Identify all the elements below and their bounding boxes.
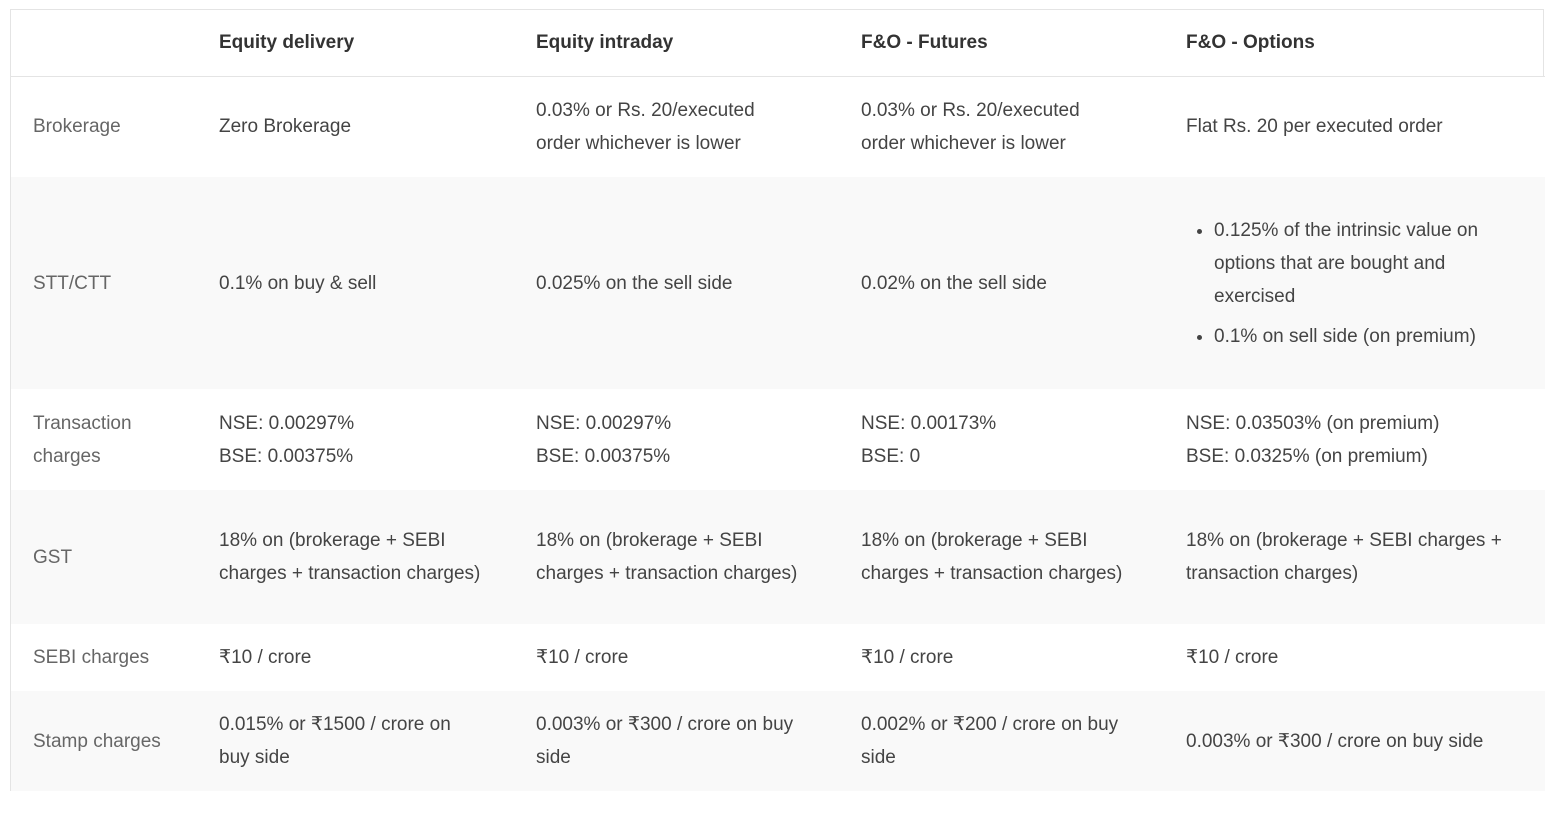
bse-rate: BSE: 0.00375% xyxy=(219,445,354,467)
cell-brokerage-options: Flat Rs. 20 per executed order xyxy=(1186,116,1443,138)
cell-sebi-options: ₹10 / crore xyxy=(1186,647,1279,668)
nse-rate: NSE: 0.00297% xyxy=(219,412,355,434)
row-label-stt: STT/CTT xyxy=(33,272,112,294)
cell-stt-options: 0.125% of the intrinsic value on options… xyxy=(1164,177,1545,389)
cell-stamp-futures: 0.002% or ₹200 / crore on buy side xyxy=(861,714,1119,768)
row-label-sebi-charges: SEBI charges xyxy=(33,647,150,668)
cell-gst-intraday: 18% on (brokerage + SEBI charges + trans… xyxy=(536,530,798,584)
bse-rate: BSE: 0 xyxy=(861,445,921,467)
list-item: 0.1% on sell side (on premium) xyxy=(1214,320,1515,353)
cell-transaction-options: NSE: 0.03503% (on premium) BSE: 0.0325% … xyxy=(1164,389,1545,490)
cell-gst-futures: 18% on (brokerage + SEBI charges + trans… xyxy=(861,530,1123,584)
cell-brokerage-futures: 0.03% or Rs. 20/executed order whichever… xyxy=(861,99,1080,154)
bse-rate: BSE: 0.0325% (on premium) xyxy=(1186,445,1428,467)
table-row-stamp-charges: Stamp charges 0.015% or ₹1500 / crore on… xyxy=(11,691,1545,791)
table-row-transaction-charges: Transaction charges NSE: 0.00297% BSE: 0… xyxy=(11,389,1545,490)
nse-rate: NSE: 0.03503% (on premium) xyxy=(1186,412,1440,434)
cell-transaction-futures: NSE: 0.00173% BSE: 0 xyxy=(839,389,1164,490)
cell-stamp-intraday: 0.003% or ₹300 / crore on buy side xyxy=(536,714,794,768)
bse-rate: BSE: 0.00375% xyxy=(536,445,671,467)
table-row-sebi-charges: SEBI charges ₹10 / crore ₹10 / crore ₹10… xyxy=(11,624,1545,691)
row-label-transaction-charges: Transaction charges xyxy=(33,412,132,467)
table-row-gst: GST 18% on (brokerage + SEBI charges + t… xyxy=(11,490,1545,624)
table-header-row: Equity delivery Equity intraday F&O - Fu… xyxy=(11,10,1545,76)
cell-stt-delivery: 0.1% on buy & sell xyxy=(219,272,377,294)
stt-options-list: 0.125% of the intrinsic value on options… xyxy=(1186,214,1515,353)
cell-sebi-delivery: ₹10 / crore xyxy=(219,647,312,668)
cell-sebi-intraday: ₹10 / crore xyxy=(536,647,629,668)
table-row-stt: STT/CTT 0.1% on buy & sell 0.025% on the… xyxy=(11,177,1545,389)
cell-stt-intraday: 0.025% on the sell side xyxy=(536,272,733,294)
cell-transaction-intraday: NSE: 0.00297% BSE: 0.00375% xyxy=(514,389,839,490)
charges-table-container: Equity delivery Equity intraday F&O - Fu… xyxy=(10,9,1545,791)
charges-table: Equity delivery Equity intraday F&O - Fu… xyxy=(11,10,1545,791)
row-label-brokerage: Brokerage xyxy=(33,116,121,138)
cell-gst-options: 18% on (brokerage + SEBI charges + trans… xyxy=(1186,530,1502,584)
cell-sebi-futures: ₹10 / crore xyxy=(861,647,954,668)
cell-gst-delivery: 18% on (brokerage + SEBI charges + trans… xyxy=(219,530,481,584)
header-fo-options: F&O - Options xyxy=(1186,31,1315,53)
cell-stamp-delivery: 0.015% or ₹1500 / crore on buy side xyxy=(219,714,451,768)
header-equity-intraday: Equity intraday xyxy=(536,31,674,53)
row-label-stamp-charges: Stamp charges xyxy=(33,730,161,752)
header-fo-futures: F&O - Futures xyxy=(861,31,988,53)
cell-brokerage-delivery: Zero Brokerage xyxy=(219,116,352,138)
nse-rate: NSE: 0.00173% xyxy=(861,412,997,434)
nse-rate: NSE: 0.00297% xyxy=(536,412,672,434)
cell-stamp-options: 0.003% or ₹300 / crore on buy side xyxy=(1186,730,1484,752)
cell-stt-futures: 0.02% on the sell side xyxy=(861,272,1047,294)
list-item: 0.125% of the intrinsic value on options… xyxy=(1214,214,1515,313)
cell-transaction-delivery: NSE: 0.00297% BSE: 0.00375% xyxy=(197,389,514,490)
header-empty xyxy=(11,10,197,76)
table-row-brokerage: Brokerage Zero Brokerage 0.03% or Rs. 20… xyxy=(11,76,1545,177)
header-equity-delivery: Equity delivery xyxy=(219,31,355,53)
row-label-gst: GST xyxy=(33,546,73,568)
cell-brokerage-intraday: 0.03% or Rs. 20/executed order whichever… xyxy=(536,99,755,154)
